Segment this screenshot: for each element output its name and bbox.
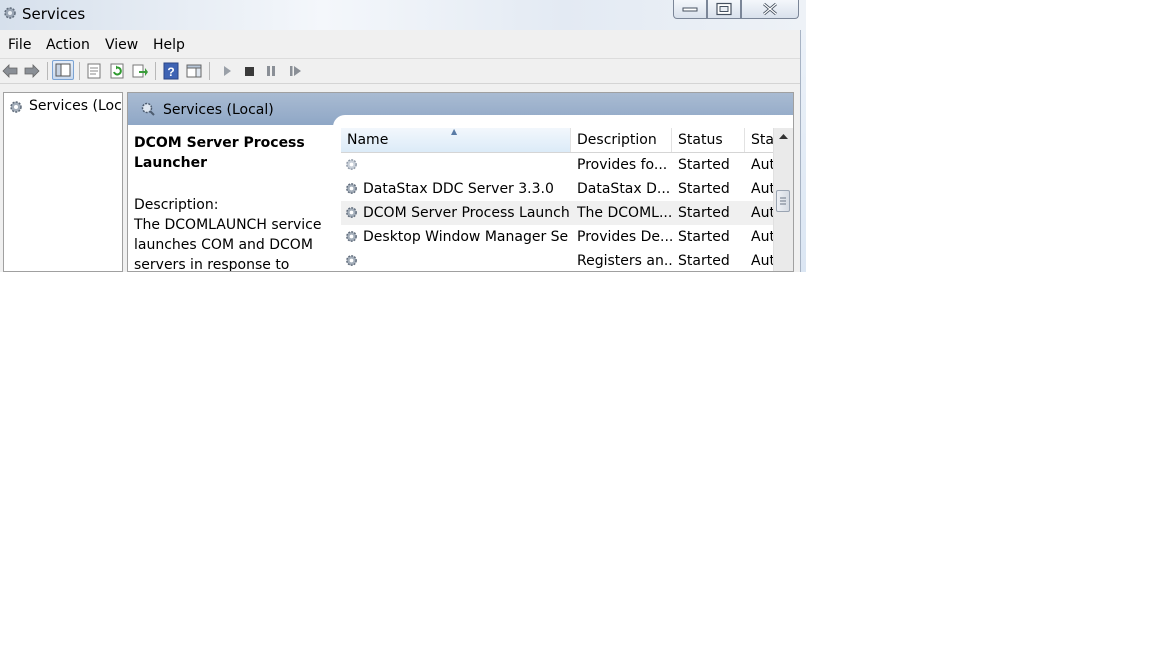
service-gear-icon <box>346 183 357 194</box>
selected-service-name-line1: DCOM Server Process <box>134 135 305 151</box>
service-gear-icon <box>346 255 357 266</box>
service-gear-icon <box>346 159 357 170</box>
service-startup-type: Aut <box>751 205 773 221</box>
close-icon <box>763 2 777 16</box>
service-description: Provides fo... <box>577 157 668 173</box>
services-panel: Services (Local) DCOM Server Process Lau… <box>127 92 794 272</box>
forward-arrow-icon[interactable] <box>23 62 41 80</box>
service-status: Started <box>678 181 730 197</box>
services-list: ▲ Name Description Status Sta Provides f… <box>341 128 773 271</box>
service-row-selected[interactable]: DCOM Server Process Launcher The DCOML..… <box>341 201 773 225</box>
service-row[interactable]: Provides fo... Started Aut <box>341 153 773 177</box>
export-list-icon[interactable] <box>131 62 149 80</box>
service-status: Started <box>678 253 730 269</box>
minimize-icon <box>682 7 698 12</box>
service-description: Provides De... <box>577 229 672 245</box>
start-service-icon[interactable] <box>218 62 236 80</box>
refresh-icon[interactable] <box>108 62 126 80</box>
service-startup-type: Aut <box>751 181 773 197</box>
service-name: DataStax DDC Server 3.3.0 <box>363 181 554 197</box>
menu-file[interactable]: File <box>8 37 31 53</box>
minimize-button[interactable] <box>673 0 707 19</box>
help-icon[interactable]: ? <box>162 62 180 80</box>
panel-title: Services (Local) <box>163 102 274 118</box>
svg-text:?: ? <box>167 65 174 79</box>
services-window: Services File Action View Help ? Service… <box>0 0 806 272</box>
show-hide-action-pane-icon[interactable] <box>185 62 203 80</box>
close-button[interactable] <box>741 0 799 19</box>
column-header-status[interactable]: Status <box>672 128 745 152</box>
service-startup-type: Aut <box>751 229 773 245</box>
menu-action[interactable]: Action <box>46 37 90 53</box>
column-header-name[interactable]: ▲ Name <box>341 128 571 152</box>
title-bar[interactable]: Services <box>0 0 806 30</box>
column-header-name-label: Name <box>347 132 389 148</box>
column-header-status-label: Status <box>678 132 723 148</box>
toolbar-separator <box>79 62 80 80</box>
service-gear-icon <box>346 231 357 242</box>
services-gear-icon <box>4 7 16 19</box>
resume-service-icon[interactable] <box>286 62 304 80</box>
service-name <box>363 153 569 177</box>
scrollbar-thumb[interactable] <box>776 190 790 212</box>
properties-icon[interactable] <box>85 62 103 80</box>
service-status: Started <box>678 157 730 173</box>
toolbar-separator <box>209 62 210 80</box>
description-label: Description: <box>134 197 219 213</box>
service-description: DataStax D... <box>577 181 671 197</box>
selected-service-name-line2: Launcher <box>134 155 207 171</box>
toolbar-separator <box>47 62 48 80</box>
services-search-icon <box>141 102 155 116</box>
service-row[interactable]: Desktop Window Manager Se... Provides De… <box>341 225 773 249</box>
description-text-line3: servers in response to object <box>134 257 290 272</box>
client-area: File Action View Help ? Services (Loca S… <box>0 30 801 272</box>
toolbar: ? <box>0 58 800 84</box>
tree-item-label: Services (Loca <box>29 98 123 114</box>
column-header-startup-type-label: Sta <box>751 132 773 148</box>
service-description-pane: DCOM Server Process Launcher Description… <box>134 133 334 272</box>
panel-header: Services (Local) <box>128 93 793 127</box>
service-description: Registers an... <box>577 253 672 269</box>
service-status: Started <box>678 229 730 245</box>
list-header: ▲ Name Description Status Sta <box>341 128 773 153</box>
service-startup-type: Aut <box>751 157 773 173</box>
scrollbar-grip-icon <box>780 197 786 205</box>
menu-bar: File Action View Help <box>0 32 800 58</box>
service-name <box>363 249 569 271</box>
column-header-startup-type[interactable]: Sta <box>745 128 773 152</box>
menu-help[interactable]: Help <box>153 37 185 53</box>
description-text-line2: launches COM and DCOM <box>134 237 313 253</box>
description-text-line1: The DCOMLAUNCH service <box>134 217 322 233</box>
panel-header-tab <box>333 115 793 127</box>
pause-service-icon[interactable] <box>262 62 280 80</box>
column-header-description[interactable]: Description <box>571 128 672 152</box>
maximize-button[interactable] <box>707 0 741 19</box>
service-name: DCOM Server Process Launcher <box>363 205 569 221</box>
service-status: Started <box>678 205 730 221</box>
menu-view[interactable]: View <box>105 37 138 53</box>
service-name: Desktop Window Manager Se... <box>363 229 569 245</box>
stop-service-icon[interactable] <box>240 62 258 80</box>
service-description: The DCOML... <box>577 205 672 221</box>
tree-item-services-local[interactable]: Services (Loca <box>6 97 123 117</box>
services-gear-icon <box>10 101 22 113</box>
toolbar-separator <box>155 62 156 80</box>
service-startup-type: Aut <box>751 253 773 269</box>
service-row[interactable]: DataStax DDC Server 3.3.0 DataStax D... … <box>341 177 773 201</box>
show-hide-console-tree-icon[interactable] <box>52 60 74 80</box>
window-title: Services <box>22 5 86 23</box>
column-header-description-label: Description <box>577 132 657 148</box>
vertical-scrollbar[interactable] <box>773 128 793 271</box>
console-tree: Services (Loca <box>3 92 123 272</box>
maximize-icon <box>716 2 732 16</box>
service-row[interactable]: Registers an... Started Aut <box>341 249 773 271</box>
service-gear-icon <box>346 207 357 218</box>
scroll-up-arrow-icon[interactable] <box>774 128 793 145</box>
back-arrow-icon[interactable] <box>1 62 19 80</box>
sort-ascending-icon: ▲ <box>451 128 458 136</box>
